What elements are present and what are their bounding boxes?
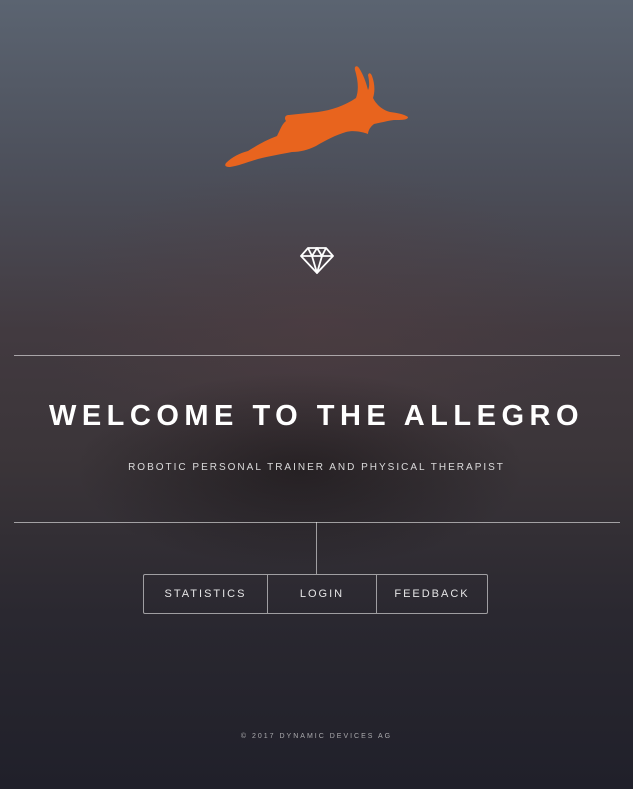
footer-copyright: © 2017 DYNAMIC DEVICES AG [240, 733, 393, 740]
top-divider [14, 355, 620, 356]
statistics-button[interactable]: STATISTICS [144, 575, 267, 613]
diamond-icon [300, 247, 334, 274]
page-title: WELCOME TO THE ALLEGRO [48, 400, 585, 432]
feedback-button[interactable]: FEEDBACK [376, 575, 487, 613]
hare-logo-icon [225, 66, 408, 167]
login-button[interactable]: LOGIN [267, 575, 376, 613]
connector-line [316, 522, 317, 574]
page-subtitle: ROBOTIC PERSONAL TRAINER AND PHYSICAL TH… [128, 462, 505, 473]
nav-button-group: STATISTICS LOGIN FEEDBACK [143, 574, 488, 614]
bottom-divider [14, 522, 620, 523]
